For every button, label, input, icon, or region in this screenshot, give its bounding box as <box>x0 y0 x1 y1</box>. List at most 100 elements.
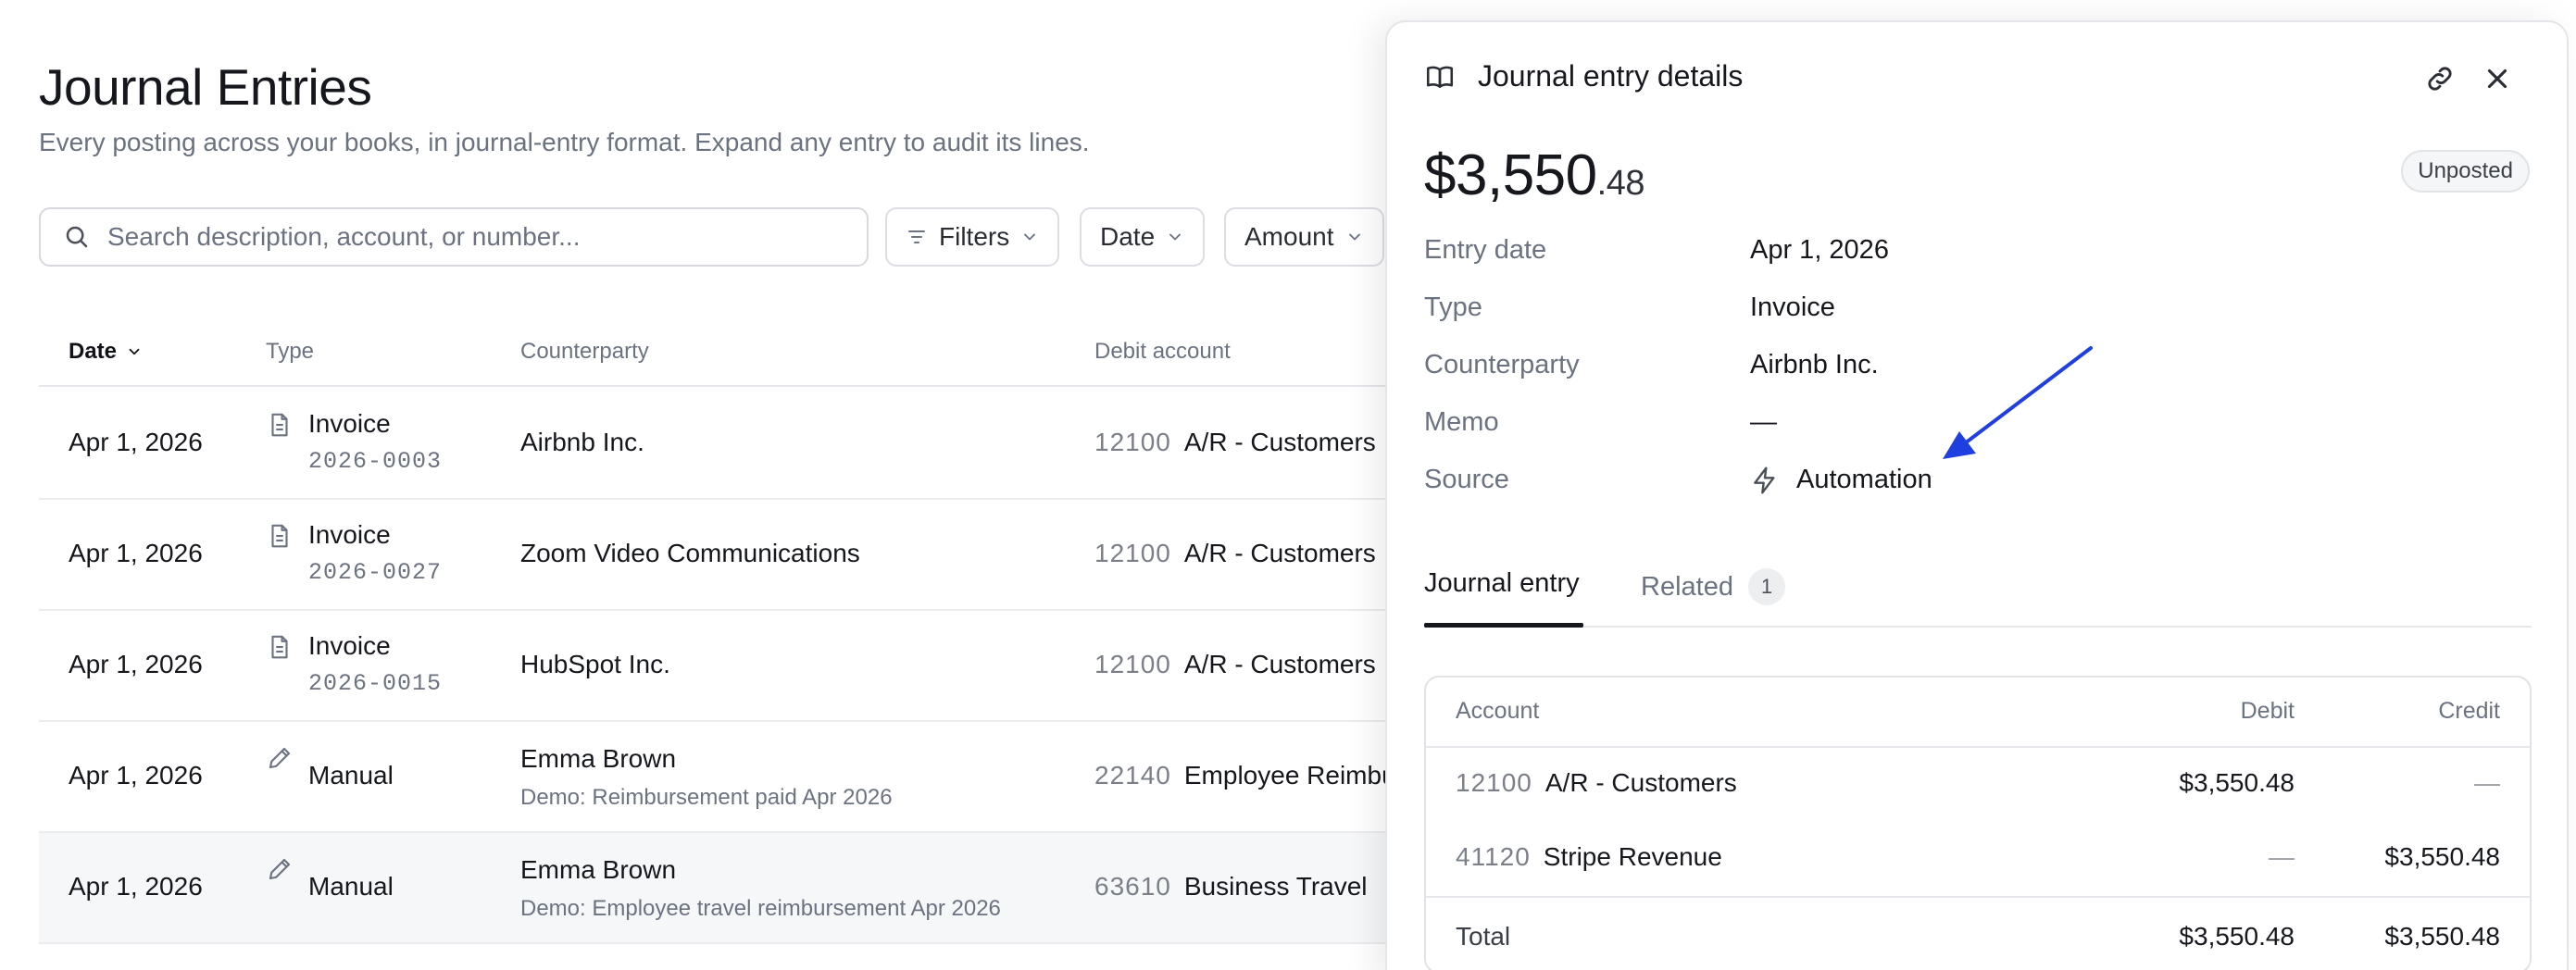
document-icon <box>271 413 288 437</box>
tab-journal-entry[interactable]: Journal entry <box>1424 568 1580 599</box>
date-cell: Apr 1, 2026 <box>69 872 203 901</box>
table-row[interactable]: Apr 1, 2026 Manual Emma Brown Demo: Employe… <box>39 833 1391 944</box>
date-cell: Apr 1, 2026 <box>69 539 203 567</box>
type-label: Manual <box>308 872 394 901</box>
entry-date-field: Entry date Apr 1, 2026 <box>1424 235 2517 280</box>
search-icon <box>66 226 88 248</box>
account-number: 63610 <box>1094 872 1171 901</box>
chevron-down-icon <box>129 348 140 355</box>
line-credit: $3,550.48 <box>2384 842 2500 871</box>
date-cell: Apr 1, 2026 <box>69 650 203 678</box>
account-name: A/R - Customers <box>1183 539 1376 567</box>
related-count-badge: 1 <box>1747 568 1785 605</box>
field-value: — <box>1750 407 1777 437</box>
entry-number: 2026-0027 <box>308 559 443 586</box>
counterparty-name: Emma Brown <box>520 855 677 884</box>
account-name: A/R - Customers <box>1544 768 1737 797</box>
credit-header: Credit <box>2438 698 2500 724</box>
account-name: A/R - Customers <box>1183 650 1376 678</box>
status-badge: Unposted <box>2401 150 2530 193</box>
type-cell: Invoice 2026-0015 <box>266 631 442 697</box>
drawer-tabs: Journal entry Related 1 <box>1424 550 2532 628</box>
type-label: Invoice <box>308 409 391 438</box>
counterparty-cell: Emma Brown Demo: Employee travel reimburs… <box>520 855 1001 922</box>
debit-account-cell: 63610 Business Travel <box>1094 872 1368 902</box>
journal-total-row: Total $3,550.48 $3,550.48 <box>1426 896 2530 970</box>
field-label: Source <box>1424 465 1509 494</box>
drawer-title: Journal entry details <box>1478 59 1744 93</box>
table-row[interactable]: Apr 1, 2026 Manual Emma Brown Demo: Reimbur… <box>39 722 1396 833</box>
field-label: Memo <box>1424 407 1499 437</box>
chevron-down-icon <box>1348 233 1360 241</box>
amount-filter-button[interactable]: Amount <box>1224 207 1384 267</box>
entry-memo: Demo: Employee travel reimbursement Apr … <box>520 896 1001 921</box>
type-field: Type Invoice <box>1424 292 2517 337</box>
amount-whole: $3,550 <box>1424 143 1597 207</box>
field-label: Counterparty <box>1424 350 1580 379</box>
account-name: Stripe Revenue <box>1543 842 1722 871</box>
debit-account-cell: 12100 A/R - Customers <box>1094 428 1376 457</box>
tab-label: Journal entry <box>1424 568 1580 598</box>
table-row[interactable]: Apr 1, 2026 Invoice 2026-0015 HubSpot Inc. 1… <box>39 611 1391 722</box>
type-cell: Manual <box>266 853 394 902</box>
search-box[interactable] <box>39 207 869 267</box>
sort-by-date-header[interactable]: Date <box>69 339 143 365</box>
account-number: 12100 <box>1094 650 1171 678</box>
open-book-icon <box>1426 66 1454 88</box>
page-title: Journal Entries <box>39 58 372 116</box>
source-field: Source Automation <box>1424 465 2517 509</box>
date-cell: Apr 1, 2026 <box>69 428 203 456</box>
date-header-label: Date <box>69 339 118 364</box>
type-cell: Invoice 2026-0027 <box>266 520 442 586</box>
debit-account-header: Debit account <box>1094 339 1231 364</box>
account-number: 12100 <box>1456 768 1532 797</box>
account-name: Employee Reimbu <box>1183 761 1396 790</box>
date-cell: Apr 1, 2026 <box>69 761 203 790</box>
amount-cents: .48 <box>1596 164 1645 203</box>
total-label: Total <box>1456 922 1511 951</box>
tab-related[interactable]: Related 1 <box>1641 568 1785 605</box>
line-account: 41120 Stripe Revenue <box>1456 842 1722 872</box>
journal-lines-header: Account Debit Credit <box>1426 678 2530 748</box>
copy-link-icon[interactable] <box>2424 63 2456 94</box>
filters-button[interactable]: Filters <box>885 207 1060 267</box>
lightning-bolt-icon <box>1754 466 1775 494</box>
entry-number: 2026-0003 <box>308 448 443 475</box>
search-input[interactable] <box>107 222 830 252</box>
entry-number: 2026-0015 <box>308 670 443 697</box>
table-row[interactable]: Apr 1, 2026 Invoice 2026-0003 Airbnb Inc. 12… <box>39 389 1391 500</box>
counterparty-name: Emma Brown <box>520 744 677 773</box>
account-header: Account <box>1456 698 1540 724</box>
source-value: Automation <box>1750 465 1932 495</box>
type-cell: Manual <box>266 742 394 790</box>
total-debit: $3,550.48 <box>2179 922 2295 951</box>
pencil-icon <box>269 747 291 769</box>
line-debit: — <box>2269 842 2295 871</box>
type-label: Manual <box>308 761 394 790</box>
document-icon <box>271 635 288 659</box>
field-label: Entry date <box>1424 235 1547 265</box>
debit-account-cell: 22140 Employee Reimbu <box>1094 761 1396 790</box>
type-label: Invoice <box>308 520 391 549</box>
account-name: A/R - Customers <box>1183 428 1376 456</box>
counterparty-cell: Zoom Video Communications <box>520 539 860 567</box>
amount-filter-label: Amount <box>1244 222 1334 251</box>
table-header: Date Type Counterparty Debit account <box>39 322 1391 387</box>
document-icon <box>271 524 288 548</box>
tab-label: Related <box>1641 571 1733 602</box>
entry-memo: Demo: Reimbursement paid Apr 2026 <box>520 785 893 810</box>
counterparty-cell: Emma Brown Demo: Reimbursement paid Apr 2… <box>520 744 893 811</box>
close-icon[interactable] <box>2482 63 2513 94</box>
filter-lines-icon <box>908 230 925 243</box>
annotation-arrow <box>1943 346 2093 459</box>
field-value: Invoice <box>1750 292 1835 322</box>
account-number: 41120 <box>1456 842 1531 871</box>
total-credit: $3,550.48 <box>2384 922 2500 951</box>
line-credit: — <box>2474 768 2500 797</box>
date-filter-button[interactable]: Date <box>1080 207 1206 267</box>
counterparty-cell: HubSpot Inc. <box>520 650 670 678</box>
table-row[interactable]: Apr 1, 2026 Invoice 2026-0027 Zoom Video Co… <box>39 500 1391 611</box>
account-name: Business Travel <box>1183 872 1368 901</box>
debit-header: Debit <box>2240 698 2295 724</box>
chevron-down-icon <box>1024 233 1036 241</box>
